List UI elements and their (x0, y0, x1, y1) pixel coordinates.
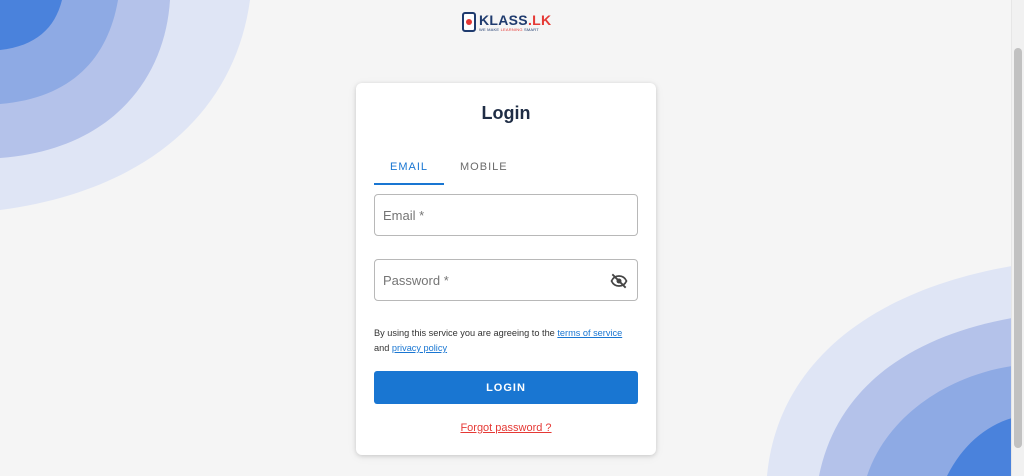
email-input[interactable] (375, 195, 593, 235)
password-input[interactable] (375, 260, 593, 300)
logo-mark-icon (462, 12, 476, 32)
logo-tagline-pre: WE MAKE (479, 26, 501, 32)
logo-name-main: KLASS (479, 11, 528, 28)
email-field[interactable] (374, 194, 638, 236)
terms-notice: By using this service you are agreeing t… (374, 326, 644, 356)
tab-email[interactable]: EMAIL (374, 157, 445, 185)
background-wave-bottom-right (767, 266, 1012, 476)
login-method-tabs: EMAIL MOBILE (374, 157, 524, 185)
page-title: Login (481, 103, 531, 123)
logo-name-suffix: LK (532, 11, 552, 28)
logo-text: KLASS.LK WE MAKE LEARNING SMART (479, 13, 551, 32)
logo-name: KLASS.LK (479, 13, 551, 27)
privacy-policy-link[interactable]: privacy policy (392, 343, 447, 353)
login-button[interactable]: LOGIN (374, 371, 638, 404)
logo-tagline: WE MAKE LEARNING SMART (479, 26, 551, 32)
terms-of-service-link[interactable]: terms of service (557, 328, 622, 338)
logo-tagline-post: SMART (522, 26, 539, 32)
background-wave-top-left (0, 0, 250, 210)
forgot-password-link[interactable]: Forgot password ? (356, 422, 656, 434)
page-scrollbar[interactable] (1011, 0, 1024, 476)
scrollbar-thumb[interactable] (1014, 48, 1022, 448)
tab-mobile[interactable]: MOBILE (444, 157, 524, 185)
password-field[interactable] (374, 259, 638, 301)
login-card: Login EMAIL MOBILE By using this service… (356, 83, 656, 455)
terms-middle: and (374, 343, 392, 353)
brand-logo[interactable]: KLASS.LK WE MAKE LEARNING SMART (462, 11, 551, 33)
eye-off-icon[interactable] (609, 271, 629, 291)
logo-tagline-highlight: LEARNING (500, 26, 523, 32)
terms-prefix: By using this service you are agreeing t… (374, 328, 558, 338)
